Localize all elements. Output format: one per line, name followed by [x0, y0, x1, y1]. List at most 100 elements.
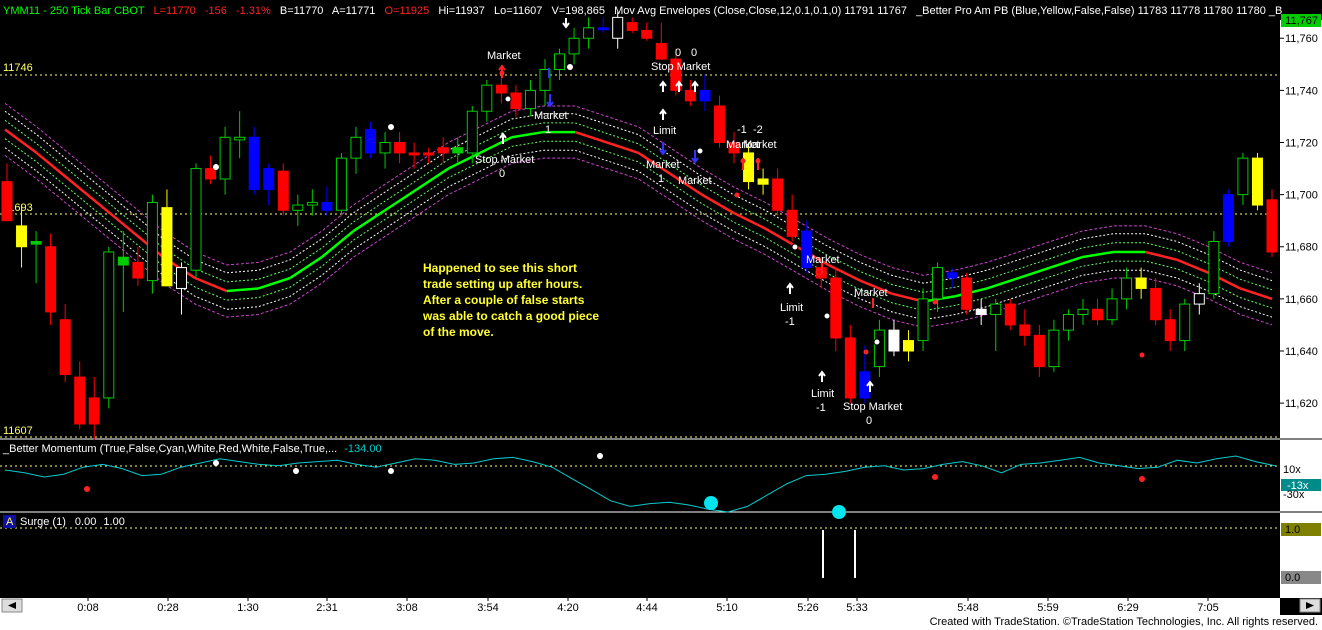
annotation-label: Market [487, 50, 521, 62]
momentum-axis-bottom: -30x [1283, 489, 1305, 501]
y-tick-label: 11,740 [1285, 85, 1318, 97]
candle-body [365, 128, 377, 154]
momentum-dot [84, 486, 90, 492]
annotation-label: Market [534, 110, 568, 122]
candle-body [917, 298, 929, 342]
last-price: L=11770 [153, 5, 195, 17]
candle-body [873, 329, 885, 368]
candle-body [350, 136, 362, 159]
y-tick-label: 11,680 [1285, 242, 1318, 254]
x-tick-label: 3:54 [477, 602, 498, 614]
open-price: O=11925 [385, 5, 430, 17]
note-line: was able to catch a good piece [422, 309, 599, 323]
candle-body [1237, 157, 1249, 196]
candle-body [452, 147, 464, 154]
swing-dot [791, 243, 799, 251]
candle-body [234, 136, 246, 141]
candle-body [306, 201, 318, 206]
annotation-label: Market [854, 287, 888, 299]
y-tick-label: 11,700 [1285, 190, 1318, 202]
momentum-dot [213, 460, 219, 466]
candle-body [1208, 241, 1220, 295]
candle-body [1077, 308, 1089, 316]
candle-body [932, 267, 944, 300]
annotation-label: Stop Market [651, 61, 710, 73]
chart-header: YMM11 - 250 Tick Bar CBOT L=11770 -156 -… [3, 5, 1282, 17]
momentum-extreme-dot [704, 496, 718, 510]
candle-body [597, 27, 609, 31]
surge-badge-label: A [6, 516, 14, 528]
annotation-label: -1 [737, 124, 747, 136]
candle-body [1135, 277, 1147, 289]
y-tick-label: 11,640 [1285, 346, 1318, 358]
momentum-dot [388, 468, 394, 474]
annotation-label: 0 [691, 47, 697, 59]
x-tick-label: 5:33 [846, 602, 867, 614]
trade-dot [1139, 352, 1145, 358]
candle-body [1033, 334, 1045, 368]
pct-change: -1.31% [236, 5, 271, 17]
candle-body [205, 168, 217, 180]
candle-body [1062, 314, 1074, 331]
candle-body [772, 178, 784, 211]
annotation-label: 1 [658, 173, 664, 185]
candle-body [263, 168, 275, 190]
candle-body [743, 152, 755, 183]
candle-body [583, 27, 595, 39]
annotation-label: 0 [499, 168, 505, 180]
x-tick-label: 2:31 [316, 602, 337, 614]
high-price: Hi=11937 [438, 5, 485, 17]
annotation-label: Stop Market [843, 401, 902, 413]
candle-body [844, 337, 856, 399]
candle-body [975, 308, 987, 316]
candle-body [88, 397, 100, 425]
note-line: Happened to see this short [423, 261, 577, 275]
annotation-label: -1 [816, 402, 826, 414]
candle-body [45, 246, 57, 313]
momentum-dot [293, 468, 299, 474]
annotation-label: -2 [753, 124, 763, 136]
y-tick-label: 11,620 [1285, 398, 1318, 410]
candle-body [248, 136, 260, 190]
swing-dot [823, 312, 831, 320]
candle-body [830, 277, 842, 339]
momentum-extreme-dot [832, 505, 846, 519]
candle-body [30, 241, 42, 245]
candle-body [74, 376, 86, 425]
candle-body [888, 329, 900, 352]
candle-body [1222, 194, 1234, 243]
level-label-high: 11746 [3, 62, 33, 74]
candle-body [103, 251, 115, 399]
candle-body [1193, 293, 1205, 305]
price-axis [1280, 20, 1322, 598]
candle-body [524, 89, 536, 110]
last-price-tag-label: 11,767 [1285, 15, 1318, 27]
candle-body [437, 147, 449, 154]
note-line: trade setting up after hours. [423, 277, 582, 291]
symbol-label: YMM11 - 250 Tick Bar CBOT [3, 5, 145, 17]
x-tick-label: 5:26 [797, 602, 818, 614]
x-tick-label: 3:08 [396, 602, 417, 614]
x-tick-label: 5:48 [957, 602, 978, 614]
candle-body [626, 22, 638, 31]
momentum-dot [932, 474, 938, 480]
candle-body [1106, 298, 1118, 321]
candle-body [655, 42, 667, 60]
x-tick-label: 0:28 [157, 602, 178, 614]
annotation-label: Stop Market [475, 154, 534, 166]
net-change: -156 [205, 5, 227, 17]
annotation-label: 1 [545, 124, 551, 136]
candle-body [495, 84, 507, 94]
swing-dot [873, 338, 881, 346]
y-tick-label: 11,760 [1285, 33, 1318, 45]
annotation-label: Limit [780, 302, 803, 314]
candle-body [961, 277, 973, 310]
candle-body [1019, 324, 1031, 336]
x-tick-label: 4:44 [636, 602, 657, 614]
x-tick-label: 1:30 [237, 602, 258, 614]
momentum-dot [597, 453, 603, 459]
y-tick-label: 11,720 [1285, 137, 1318, 149]
candle-body [117, 256, 129, 266]
candle-body [510, 92, 522, 110]
candle-body [335, 157, 347, 211]
